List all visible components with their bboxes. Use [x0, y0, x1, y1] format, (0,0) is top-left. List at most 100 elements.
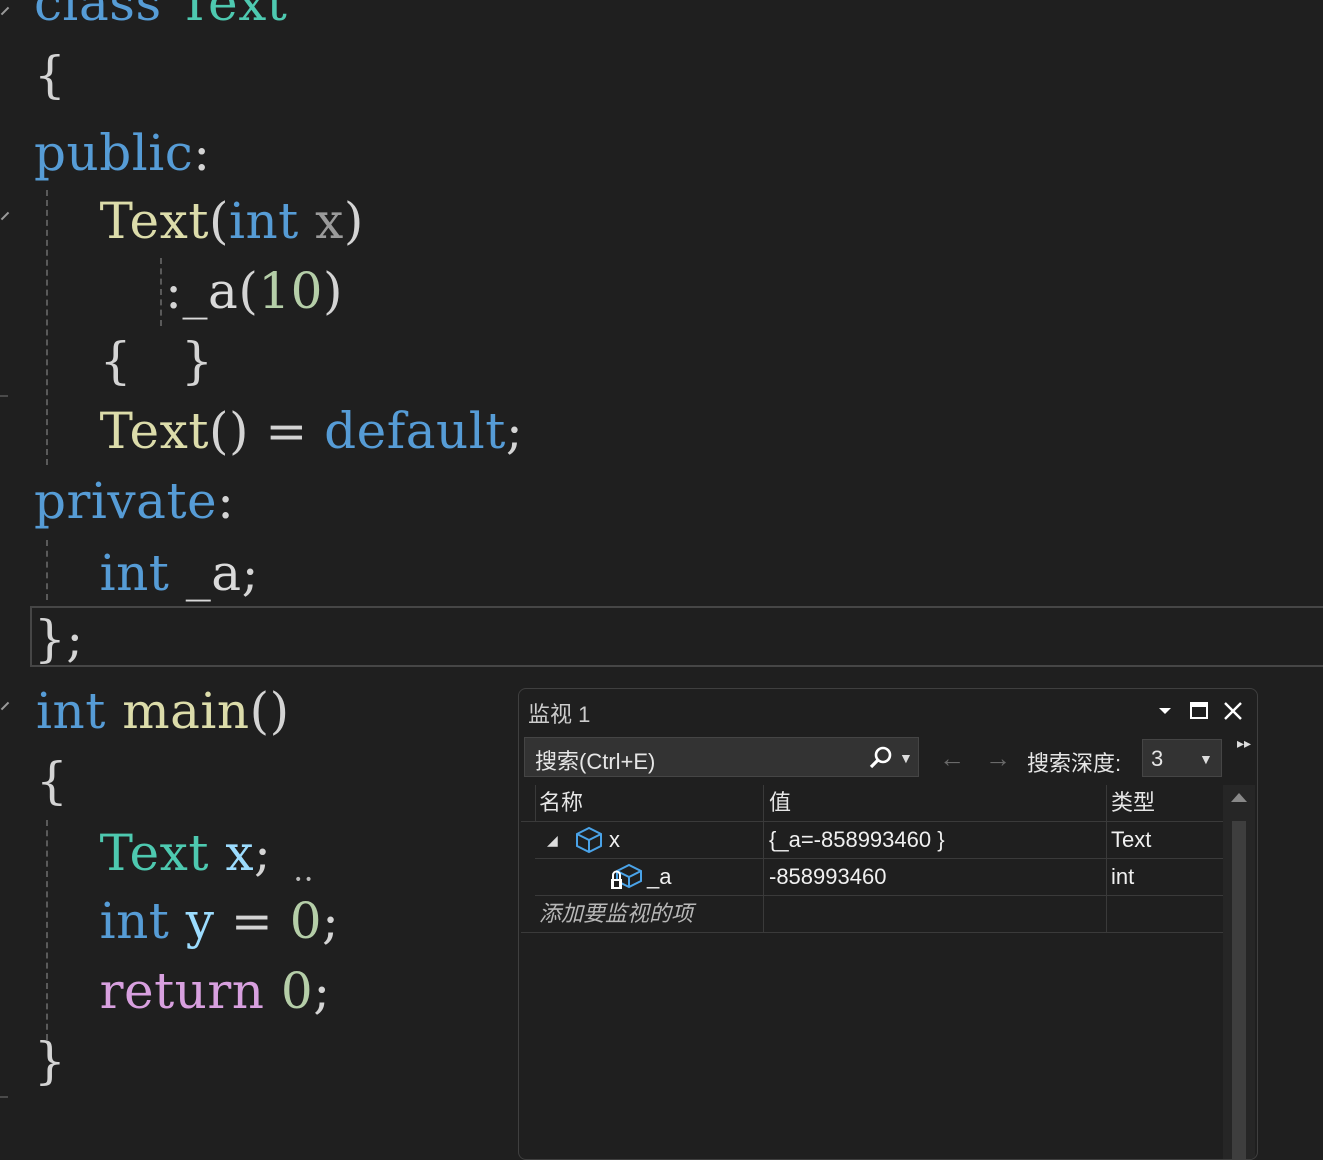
- code-line: {: [36, 746, 68, 816]
- column-header-type[interactable]: 类型: [1111, 785, 1155, 821]
- add-watch-item[interactable]: 添加要监视的项: [539, 896, 693, 932]
- chevron-down-icon: ▼: [1199, 751, 1213, 767]
- code-token: Text: [99, 402, 209, 460]
- code-token: int: [99, 892, 170, 950]
- code-token: private: [34, 472, 218, 530]
- suggestion-dots: ••: [294, 872, 315, 888]
- fold-marker-icon[interactable]: [0, 211, 10, 221]
- search-input[interactable]: 搜索(Ctrl+E) ▼: [524, 737, 919, 777]
- code-token: Text: [99, 824, 209, 882]
- close-icon[interactable]: [1219, 697, 1247, 725]
- code-token: x: [315, 192, 344, 250]
- code-token: main: [122, 682, 250, 740]
- search-icon[interactable]: [867, 744, 895, 772]
- code-token: Text: [178, 0, 288, 32]
- fold-marker-icon[interactable]: [0, 701, 10, 711]
- column-header-value[interactable]: 值: [769, 785, 791, 821]
- table-row[interactable]: ◢ x {_a=-858993460 } Text: [521, 822, 1223, 858]
- code-line: }: [34, 1026, 66, 1096]
- code-line: Text() = default;: [34, 396, 523, 466]
- code-line: return 0;: [34, 956, 331, 1026]
- code-line: int main(): [36, 676, 290, 746]
- search-depth-select[interactable]: 3 ▼: [1142, 739, 1222, 777]
- arrow-left-icon[interactable]: ←: [939, 745, 965, 771]
- overflow-chevron-icon[interactable]: ▸▸: [1237, 735, 1251, 752]
- search-options-chevron-down-icon[interactable]: ▼: [899, 744, 913, 772]
- watch-window[interactable]: 监视 1 搜索(Ctrl+E) ▼ ← → 搜索深度: 3 ▼ ▸▸ 名称 值 …: [518, 688, 1258, 1160]
- row-type: int: [1111, 864, 1135, 889]
- watch-window-title: 监视 1: [528, 702, 591, 727]
- table-row[interactable]: _a -858993460 int: [521, 859, 1223, 895]
- code-token: ): [322, 262, 343, 320]
- row-type: Text: [1111, 827, 1152, 852]
- code-token: 10: [258, 262, 323, 320]
- code-token: ;: [322, 892, 340, 950]
- code-token: int: [99, 544, 170, 602]
- code-token: };: [34, 610, 84, 668]
- code-token: =: [214, 892, 290, 950]
- code-token: { }: [34, 332, 214, 390]
- code-line: int y = 0;: [34, 886, 339, 956]
- scrollbar-thumb[interactable]: [1232, 821, 1246, 1159]
- scroll-up-icon[interactable]: [1231, 793, 1247, 802]
- current-line-highlight: [30, 606, 1323, 667]
- code-token: ): [343, 192, 364, 250]
- code-line: {: [34, 40, 66, 110]
- watch-grid[interactable]: 名称 值 类型 ◢ x {_a=-858993460 } Text _a -85…: [521, 785, 1237, 1159]
- code-token: :: [34, 262, 183, 320]
- code-token: ;: [313, 962, 331, 1020]
- code-token: int: [228, 192, 299, 250]
- search-depth-value: 3: [1151, 746, 1164, 771]
- search-depth-label: 搜索深度:: [1027, 751, 1122, 776]
- code-line: };: [34, 604, 84, 674]
- code-token: (: [208, 192, 229, 250]
- add-watch-row[interactable]: 添加要监视的项: [521, 896, 1223, 932]
- row-value[interactable]: {_a=-858993460 }: [769, 822, 945, 858]
- code-token: ;: [241, 544, 259, 602]
- window-menu-dropdown-icon[interactable]: [1151, 697, 1179, 725]
- code-token: y: [185, 892, 215, 950]
- code-token: ;: [505, 402, 524, 460]
- code-token: {: [34, 46, 67, 104]
- fold-marker-icon[interactable]: [0, 6, 10, 16]
- code-line: Text x;: [34, 818, 271, 888]
- code-line: :_a(10): [34, 256, 343, 326]
- code-line: Text(int x): [34, 186, 364, 256]
- column-divider[interactable]: [535, 785, 536, 821]
- code-line: class Text: [34, 0, 287, 38]
- code-line: public:: [34, 118, 211, 188]
- code-token: 0: [280, 962, 314, 1020]
- code-token: x: [225, 824, 255, 882]
- code-token: () =: [208, 402, 325, 460]
- vertical-scrollbar[interactable]: [1223, 785, 1255, 1159]
- row-name: x: [609, 827, 620, 852]
- code-token: ;: [254, 824, 272, 882]
- arrow-right-icon[interactable]: →: [985, 745, 1011, 771]
- code-token: _a: [182, 262, 239, 320]
- code-token: 0: [289, 892, 323, 950]
- code-token: public: [34, 124, 194, 182]
- fold-end-marker: [0, 395, 8, 397]
- code-token: :: [217, 472, 235, 530]
- code-token: (: [238, 262, 259, 320]
- code-token: int: [36, 682, 106, 740]
- code-token: :: [193, 124, 211, 182]
- expand-collapse-icon[interactable]: ◢: [547, 822, 558, 858]
- row-value[interactable]: -858993460: [769, 859, 886, 895]
- maximize-icon[interactable]: [1185, 697, 1213, 725]
- column-header-name[interactable]: 名称: [539, 785, 583, 821]
- fold-end-marker: [0, 1096, 8, 1098]
- code-line: private:: [34, 466, 235, 536]
- code-token: (): [249, 682, 290, 740]
